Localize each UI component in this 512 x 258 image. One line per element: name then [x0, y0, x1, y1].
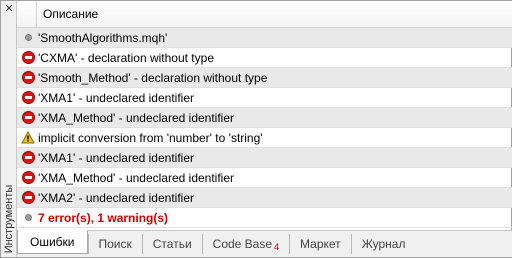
list-item-text: 'SmoothAlgorithms.mqh'	[38, 30, 168, 45]
tab-errors[interactable]: Ошибки	[17, 230, 88, 254]
toolbox-side-strip: ✕ Инструменты	[1, 1, 17, 257]
list-item-text: 'Smooth_Method' - declaration without ty…	[38, 70, 268, 85]
toolbox-vertical-label: Инструменты	[2, 181, 16, 257]
tab-label: Статьи	[152, 237, 192, 251]
list-item-text: implicit conversion from 'number' to 'st…	[38, 130, 263, 145]
tab-articles[interactable]: Статьи	[141, 234, 202, 254]
list-item-text: 'XMA_Method' - undeclared identifier	[38, 170, 235, 185]
toolbox-label-text: Инструменты	[3, 184, 15, 254]
tab-label: Поиск	[98, 237, 132, 251]
list-item[interactable]: 'Smooth_Method' - declaration without ty…	[17, 68, 512, 88]
list-item[interactable]: 'XMA_Method' - undeclared identifier	[17, 168, 512, 188]
list-item-text: 'CXMA' - declaration without type	[38, 50, 214, 65]
tab-search[interactable]: Поиск	[87, 234, 142, 254]
list-item[interactable]: implicit conversion from 'number' to 'st…	[17, 128, 512, 148]
tab-label: Маркет	[300, 237, 341, 251]
list-item[interactable]: 'XMA1' - undeclared identifier	[17, 88, 512, 108]
tab-badge: 4	[274, 242, 280, 252]
error-icon	[20, 51, 36, 65]
info-dot-icon	[20, 31, 36, 45]
errors-list: Описание 'SmoothAlgorithms.mqh' 'CXMA' -…	[17, 0, 512, 229]
error-icon	[20, 91, 36, 105]
list-item-text: 'XMA1' - undeclared identifier	[38, 90, 194, 105]
list-item[interactable]: 'XMA1' - undeclared identifier	[17, 148, 512, 168]
list-item[interactable]: 'XMA_Method' - undeclared identifier	[17, 108, 512, 128]
summary-row[interactable]: 7 error(s), 1 warning(s)	[17, 208, 512, 228]
summary-text: 7 error(s), 1 warning(s)	[38, 210, 169, 225]
list-item[interactable]: 'XMA2' - undeclared identifier	[17, 188, 512, 208]
info-dot-icon	[20, 211, 36, 225]
bottom-tab-bar: Ошибки Поиск Статьи Code Base 4 Маркет Жу…	[17, 230, 512, 257]
warning-icon	[20, 131, 36, 145]
tab-journal[interactable]: Журнал	[350, 234, 416, 254]
tab-label: Журнал	[361, 237, 406, 251]
error-icon	[20, 171, 36, 185]
close-icon[interactable]: ✕	[4, 3, 14, 14]
toolbox-window: ✕ Инструменты Описание 'SmoothAlgorithms…	[0, 0, 512, 258]
tab-code-base[interactable]: Code Base 4	[201, 234, 289, 254]
list-item-text: 'XMA2' - undeclared identifier	[38, 190, 194, 205]
list-header: Описание	[17, 0, 512, 28]
error-icon	[20, 111, 36, 125]
error-icon	[20, 191, 36, 205]
list-item-text: 'XMA1' - undeclared identifier	[38, 150, 194, 165]
list-item[interactable]: 'SmoothAlgorithms.mqh'	[17, 28, 512, 48]
header-icon-column[interactable]	[17, 0, 37, 28]
column-header-description[interactable]: Описание	[37, 7, 98, 21]
error-icon	[20, 71, 36, 85]
tab-market[interactable]: Маркет	[289, 234, 351, 254]
list-item[interactable]: 'CXMA' - declaration without type	[17, 48, 512, 68]
tab-label: Ошибки	[30, 234, 75, 249]
list-item-text: 'XMA_Method' - undeclared identifier	[38, 110, 235, 125]
tab-label: Code Base	[212, 237, 273, 251]
error-icon	[20, 151, 36, 165]
